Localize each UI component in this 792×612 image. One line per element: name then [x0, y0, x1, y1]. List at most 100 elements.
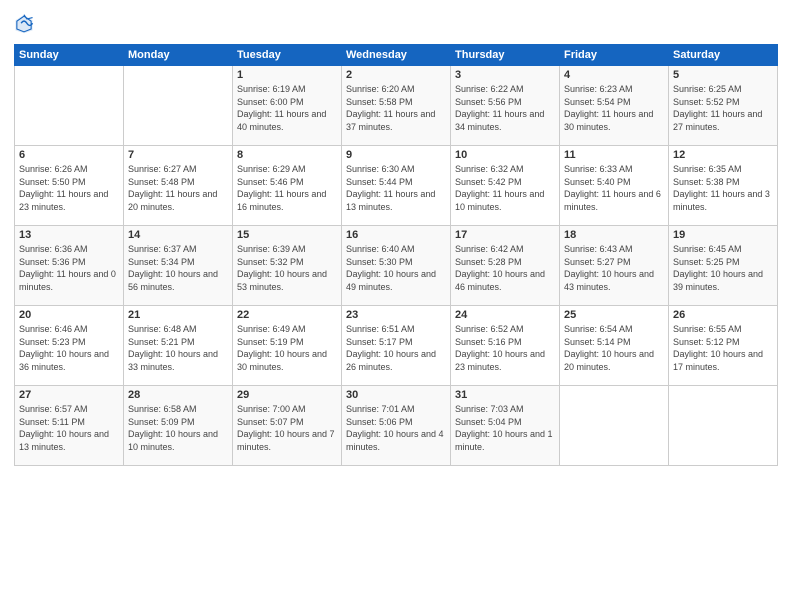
calendar-cell: 26Sunrise: 6:55 AMSunset: 5:12 PMDayligh…	[669, 306, 778, 386]
calendar-cell: 1Sunrise: 6:19 AMSunset: 6:00 PMDaylight…	[233, 66, 342, 146]
calendar-cell: 21 Sunrise: 6:48 AMSunset: 5:21 PMDayligh…	[124, 306, 233, 386]
calendar-container: SundayMondayTuesdayWednesdayThursdayFrid…	[0, 0, 792, 612]
cell-content: Sunrise: 6:30 AMSunset: 5:44 PMDaylight:…	[346, 163, 446, 213]
calendar-table: SundayMondayTuesdayWednesdayThursdayFrid…	[14, 44, 778, 466]
cell-content: Sunrise: 6:20 AMSunset: 5:58 PMDaylight:…	[346, 83, 446, 133]
cell-content: Sunrise: 6:22 AMSunset: 5:56 PMDaylight:…	[455, 83, 555, 133]
header-row: SundayMondayTuesdayWednesdayThursdayFrid…	[15, 45, 778, 66]
header-cell-tuesday: Tuesday	[233, 45, 342, 66]
calendar-cell	[124, 66, 233, 146]
cell-content: Sunrise: 7:03 AMSunset: 5:04 PMDaylight:…	[455, 403, 555, 453]
calendar-cell: 25 Sunrise: 6:54 AMSunset: 5:14 PMDayligh…	[560, 306, 669, 386]
day-number: 9	[346, 149, 446, 161]
day-number: 28	[128, 389, 228, 401]
header-cell-wednesday: Wednesday	[342, 45, 451, 66]
calendar-cell: 22Sunrise: 6:49 AMSunset: 5:19 PMDayligh…	[233, 306, 342, 386]
cell-content: Sunrise: 6:40 AMSunset: 5:30 PMDaylight:…	[346, 243, 446, 293]
calendar-cell: 30 Sunrise: 7:01 AMSunset: 5:06 PMDayligh…	[342, 386, 451, 466]
cell-content: Sunrise: 6:35 AMSunset: 5:38 PMDaylight:…	[673, 163, 773, 213]
day-number: 5	[673, 69, 773, 81]
logo	[14, 12, 36, 36]
calendar-cell: 16 Sunrise: 6:40 AMSunset: 5:30 PMDayligh…	[342, 226, 451, 306]
cell-content: Sunrise: 6:39 AMSunset: 5:32 PMDaylight:…	[237, 243, 337, 293]
calendar-cell: 12 Sunrise: 6:35 AMSunset: 5:38 PMDayligh…	[669, 146, 778, 226]
cell-content: Sunrise: 6:23 AMSunset: 5:54 PMDaylight:…	[564, 83, 664, 133]
cell-content: Sunrise: 6:27 AMSunset: 5:48 PMDaylight:…	[128, 163, 228, 213]
cell-content: Sunrise: 6:57 AMSunset: 5:11 PMDaylight:…	[19, 403, 119, 453]
day-number: 10	[455, 149, 555, 161]
day-number: 7	[128, 149, 228, 161]
calendar-cell: 19Sunrise: 6:45 AMSunset: 5:25 PMDayligh…	[669, 226, 778, 306]
calendar-cell: 10 Sunrise: 6:32 AMSunset: 5:42 PMDayligh…	[451, 146, 560, 226]
header-cell-thursday: Thursday	[451, 45, 560, 66]
calendar-cell: 2 Sunrise: 6:20 AMSunset: 5:58 PMDaylight…	[342, 66, 451, 146]
calendar-cell: 4 Sunrise: 6:23 AMSunset: 5:54 PMDaylight…	[560, 66, 669, 146]
day-number: 27	[19, 389, 119, 401]
week-row-1: 6 Sunrise: 6:26 AMSunset: 5:50 PMDaylight…	[15, 146, 778, 226]
calendar-cell: 7 Sunrise: 6:27 AMSunset: 5:48 PMDaylight…	[124, 146, 233, 226]
day-number: 14	[128, 229, 228, 241]
week-row-2: 13Sunrise: 6:36 AMSunset: 5:36 PMDayligh…	[15, 226, 778, 306]
day-number: 24	[455, 309, 555, 321]
day-number: 21	[128, 309, 228, 321]
calendar-cell: 14 Sunrise: 6:37 AMSunset: 5:34 PMDayligh…	[124, 226, 233, 306]
header-cell-saturday: Saturday	[669, 45, 778, 66]
calendar-cell: 20 Sunrise: 6:46 AMSunset: 5:23 PMDayligh…	[15, 306, 124, 386]
cell-content: Sunrise: 6:37 AMSunset: 5:34 PMDaylight:…	[128, 243, 228, 293]
calendar-cell	[15, 66, 124, 146]
day-number: 2	[346, 69, 446, 81]
header	[14, 12, 778, 36]
calendar-cell: 18 Sunrise: 6:43 AMSunset: 5:27 PMDayligh…	[560, 226, 669, 306]
day-number: 19	[673, 229, 773, 241]
day-number: 18	[564, 229, 664, 241]
cell-content: Sunrise: 6:25 AMSunset: 5:52 PMDaylight:…	[673, 83, 773, 133]
day-number: 16	[346, 229, 446, 241]
cell-content: Sunrise: 6:43 AMSunset: 5:27 PMDaylight:…	[564, 243, 664, 293]
calendar-cell: 8 Sunrise: 6:29 AMSunset: 5:46 PMDaylight…	[233, 146, 342, 226]
day-number: 17	[455, 229, 555, 241]
cell-content: Sunrise: 6:33 AMSunset: 5:40 PMDaylight:…	[564, 163, 664, 213]
cell-content: Sunrise: 7:01 AMSunset: 5:06 PMDaylight:…	[346, 403, 446, 453]
cell-content: Sunrise: 6:55 AMSunset: 5:12 PMDaylight:…	[673, 323, 773, 373]
calendar-cell	[669, 386, 778, 466]
calendar-cell: 13Sunrise: 6:36 AMSunset: 5:36 PMDayligh…	[15, 226, 124, 306]
cell-content: Sunrise: 6:58 AMSunset: 5:09 PMDaylight:…	[128, 403, 228, 453]
day-number: 15	[237, 229, 337, 241]
calendar-cell	[560, 386, 669, 466]
day-number: 30	[346, 389, 446, 401]
calendar-cell: 3Sunrise: 6:22 AMSunset: 5:56 PMDaylight…	[451, 66, 560, 146]
calendar-cell: 9 Sunrise: 6:30 AMSunset: 5:44 PMDaylight…	[342, 146, 451, 226]
day-number: 12	[673, 149, 773, 161]
day-number: 8	[237, 149, 337, 161]
day-number: 20	[19, 309, 119, 321]
week-row-4: 27 Sunrise: 6:57 AMSunset: 5:11 PMDayligh…	[15, 386, 778, 466]
day-number: 29	[237, 389, 337, 401]
day-number: 23	[346, 309, 446, 321]
cell-content: Sunrise: 6:54 AMSunset: 5:14 PMDaylight:…	[564, 323, 664, 373]
header-cell-friday: Friday	[560, 45, 669, 66]
week-row-0: 1Sunrise: 6:19 AMSunset: 6:00 PMDaylight…	[15, 66, 778, 146]
cell-content: Sunrise: 6:26 AMSunset: 5:50 PMDaylight:…	[19, 163, 119, 213]
day-number: 6	[19, 149, 119, 161]
calendar-cell: 23 Sunrise: 6:51 AMSunset: 5:17 PMDayligh…	[342, 306, 451, 386]
day-number: 4	[564, 69, 664, 81]
cell-content: Sunrise: 7:00 AMSunset: 5:07 PMDaylight:…	[237, 403, 337, 453]
calendar-cell: 11 Sunrise: 6:33 AMSunset: 5:40 PMDayligh…	[560, 146, 669, 226]
calendar-cell: 28 Sunrise: 6:58 AMSunset: 5:09 PMDayligh…	[124, 386, 233, 466]
week-row-3: 20 Sunrise: 6:46 AMSunset: 5:23 PMDayligh…	[15, 306, 778, 386]
day-number: 1	[237, 69, 337, 81]
cell-content: Sunrise: 6:52 AMSunset: 5:16 PMDaylight:…	[455, 323, 555, 373]
day-number: 25	[564, 309, 664, 321]
cell-content: Sunrise: 6:48 AMSunset: 5:21 PMDaylight:…	[128, 323, 228, 373]
cell-content: Sunrise: 6:29 AMSunset: 5:46 PMDaylight:…	[237, 163, 337, 213]
day-number: 11	[564, 149, 664, 161]
cell-content: Sunrise: 6:42 AMSunset: 5:28 PMDaylight:…	[455, 243, 555, 293]
cell-content: Sunrise: 6:32 AMSunset: 5:42 PMDaylight:…	[455, 163, 555, 213]
cell-content: Sunrise: 6:49 AMSunset: 5:19 PMDaylight:…	[237, 323, 337, 373]
calendar-cell: 31 Sunrise: 7:03 AMSunset: 5:04 PMDayligh…	[451, 386, 560, 466]
day-number: 31	[455, 389, 555, 401]
cell-content: Sunrise: 6:51 AMSunset: 5:17 PMDaylight:…	[346, 323, 446, 373]
cell-content: Sunrise: 6:46 AMSunset: 5:23 PMDaylight:…	[19, 323, 119, 373]
header-cell-monday: Monday	[124, 45, 233, 66]
day-number: 13	[19, 229, 119, 241]
